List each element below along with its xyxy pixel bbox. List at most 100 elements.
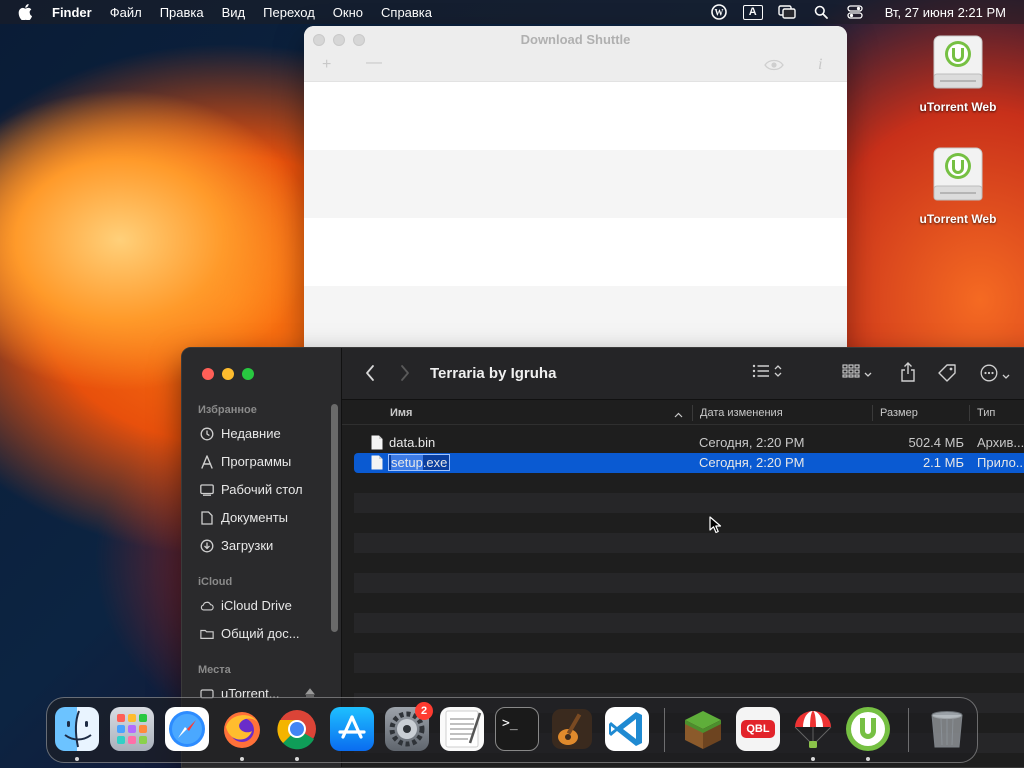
column-name[interactable]: Имя [390, 407, 412, 419]
file-name-edit-field[interactable]: setup.exe [387, 454, 451, 471]
sidebar-item-label: iCloud Drive [221, 598, 292, 613]
document-icon [371, 435, 383, 450]
zoom-button[interactable] [242, 368, 254, 380]
dock-safari[interactable] [165, 707, 209, 751]
download-shuttle-window: Download Shuttle + — i [304, 26, 847, 356]
dock-chrome[interactable] [275, 707, 319, 751]
menu-file[interactable]: Файл [110, 5, 142, 20]
empty-row [354, 613, 1024, 633]
dock-minecraft[interactable] [681, 707, 725, 751]
shuttle-titlebar[interactable]: Download Shuttle + — i [304, 26, 847, 82]
dock-utorrent-web[interactable] [846, 707, 890, 751]
add-download-button[interactable]: + [322, 56, 331, 74]
menu-app-finder[interactable]: Finder [52, 5, 92, 20]
minecraft-icon [685, 711, 721, 749]
more-actions-button[interactable] [980, 364, 1010, 387]
file-name-cell: setup.exe [371, 454, 451, 471]
sidebar-item-shared[interactable]: Общий дос... [200, 626, 300, 641]
empty-row [354, 673, 1024, 693]
dock-finder[interactable] [55, 707, 99, 751]
desktop-icon-utorrent-1[interactable]: uTorrent Web [908, 34, 1008, 114]
file-date: Сегодня, 2:20 PM [699, 435, 805, 450]
menu-view[interactable]: Вид [222, 5, 246, 20]
input-source-icon[interactable]: A [742, 4, 763, 20]
file-name-ext: .exe [422, 455, 448, 470]
download-row[interactable] [304, 286, 847, 354]
sidebar-item-downloads[interactable]: Загрузки [200, 538, 273, 553]
column-size[interactable]: Размер [880, 407, 918, 419]
column-header: Имя Дата изменения Размер Тип [342, 401, 1024, 425]
column-date[interactable]: Дата изменения [700, 407, 783, 419]
group-view-button[interactable] [842, 364, 872, 383]
screen-mirroring-icon[interactable] [777, 4, 797, 20]
apps-icon [200, 454, 214, 469]
desktop-icon-utorrent-2[interactable]: uTorrent Web [908, 146, 1008, 226]
garageband-icon [552, 709, 592, 749]
minimize-button[interactable] [222, 368, 234, 380]
column-divider[interactable] [692, 405, 693, 421]
menu-go[interactable]: Переход [263, 5, 315, 20]
sidebar-item-applications[interactable]: Программы [200, 454, 291, 469]
close-button[interactable] [202, 368, 214, 380]
dock-firefox[interactable] [220, 707, 264, 751]
wordpress-icon[interactable]: W [709, 4, 729, 20]
remove-download-button[interactable]: — [366, 54, 382, 72]
share-button[interactable] [900, 362, 916, 387]
column-divider[interactable] [969, 405, 970, 421]
running-indicator [240, 757, 244, 761]
download-row[interactable] [304, 150, 847, 218]
sidebar-item-desktop[interactable]: Рабочий стол [200, 482, 303, 497]
sidebar-item-label: Программы [221, 454, 292, 469]
cloud-icon [200, 599, 214, 613]
dock-terminal[interactable]: >_ [495, 707, 539, 751]
sidebar-scrollbar[interactable] [331, 404, 338, 632]
clock[interactable]: Вт, 27 июня 2:21 PM [885, 5, 1006, 20]
control-center-icon[interactable] [845, 4, 865, 20]
info-button[interactable]: i [818, 56, 822, 74]
sidebar-item-label: Рабочий стол [221, 482, 303, 497]
sidebar-section-locations: Места [198, 664, 231, 676]
utorrent-icon [846, 707, 890, 751]
sidebar-item-label: Загрузки [221, 538, 274, 553]
empty-row [354, 593, 1024, 613]
file-kind: Прило... [977, 455, 1024, 470]
sidebar-item-icloud-drive[interactable]: iCloud Drive [200, 598, 292, 613]
download-row[interactable] [304, 82, 847, 150]
sidebar-item-label: Общий дос... [221, 626, 300, 641]
ellipsis-circle-icon [980, 364, 998, 387]
sidebar-item-label: Документы [221, 510, 289, 525]
file-name-base: setup [391, 455, 423, 470]
menu-help[interactable]: Справка [381, 5, 432, 20]
search-icon[interactable] [811, 4, 831, 20]
back-button[interactable] [364, 364, 376, 382]
apple-icon[interactable] [18, 4, 36, 20]
dock-launchpad[interactable] [110, 707, 154, 751]
download-row[interactable] [304, 218, 847, 286]
dock-garageband[interactable] [550, 707, 594, 751]
running-indicator [75, 757, 79, 761]
dock-download-shuttle[interactable] [791, 707, 835, 751]
file-row-selected[interactable]: setup.exe Сегодня, 2:20 PM 2.1 МБ Прило.… [354, 453, 1024, 473]
file-size: 2.1 МБ [922, 455, 964, 470]
eye-icon[interactable] [764, 58, 784, 76]
tags-button[interactable] [937, 364, 957, 387]
sidebar-item-documents[interactable]: Документы [200, 510, 288, 525]
column-divider[interactable] [872, 405, 873, 421]
forward-button[interactable] [399, 364, 411, 382]
desktop-icon [200, 483, 214, 497]
column-kind[interactable]: Тип [977, 407, 995, 419]
menu-window[interactable]: Окно [333, 5, 363, 20]
vscode-icon [609, 712, 642, 746]
shuttle-title: Download Shuttle [520, 32, 631, 47]
dock-textedit[interactable] [440, 707, 484, 751]
menu-edit[interactable]: Правка [160, 5, 204, 20]
dock-vscode[interactable] [605, 707, 649, 751]
dock-qbl[interactable]: QBL [736, 707, 780, 751]
file-name-cell: data.bin [371, 435, 435, 450]
dock-appstore[interactable] [330, 707, 374, 751]
dock-trash[interactable] [925, 707, 969, 751]
list-view-button[interactable] [752, 364, 782, 383]
file-row[interactable]: data.bin Сегодня, 2:20 PM 502.4 МБ Архив… [354, 433, 1024, 453]
sidebar-item-recents[interactable]: Недавние [200, 426, 281, 441]
svg-text:W: W [714, 8, 723, 18]
